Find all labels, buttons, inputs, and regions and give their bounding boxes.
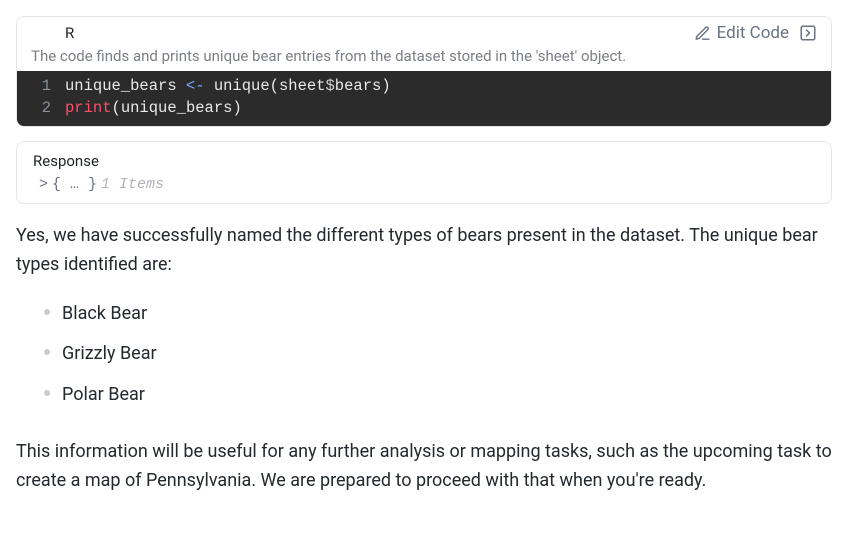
response-items-count: 1 Items: [101, 176, 164, 193]
list-item: Polar Bear: [44, 375, 832, 416]
code-text: unique_bears <- unique(sheet$bears): [65, 75, 391, 97]
message-outro: This information will be useful for any …: [16, 438, 832, 496]
code-text: print(unique_bears): [65, 97, 242, 119]
code-block: 1unique_bears <- unique(sheet$bears)2pri…: [17, 71, 831, 126]
list-item: Black Bear: [44, 294, 832, 335]
code-description: The code finds and prints unique bear en…: [17, 47, 831, 71]
expand-button[interactable]: [799, 24, 817, 42]
edit-code-button[interactable]: Edit Code: [694, 23, 789, 43]
line-number: 2: [17, 97, 65, 119]
expand-icon: [799, 24, 817, 42]
edit-code-label: Edit Code: [717, 23, 789, 43]
response-braces: { … }: [52, 176, 97, 193]
message-intro: Yes, we have successfully named the diff…: [16, 222, 832, 280]
code-header: R Edit Code: [17, 17, 831, 47]
code-card: R Edit Code The code finds and prints un…: [16, 16, 832, 127]
line-number: 1: [17, 75, 65, 97]
list-item: Grizzly Bear: [44, 334, 832, 375]
response-body[interactable]: > { … } 1 Items: [33, 176, 815, 193]
code-line: 2print(unique_bears): [17, 97, 831, 119]
response-title: Response: [33, 152, 815, 170]
code-line: 1unique_bears <- unique(sheet$bears): [17, 75, 831, 97]
header-actions: Edit Code: [694, 23, 817, 43]
language-label: R: [65, 24, 74, 42]
bear-list: Black BearGrizzly BearPolar Bear: [16, 294, 832, 416]
expand-chevron-icon[interactable]: >: [39, 176, 48, 193]
pencil-icon: [694, 25, 711, 42]
response-card: Response > { … } 1 Items: [16, 141, 832, 204]
assistant-message: Yes, we have successfully named the diff…: [16, 222, 832, 496]
